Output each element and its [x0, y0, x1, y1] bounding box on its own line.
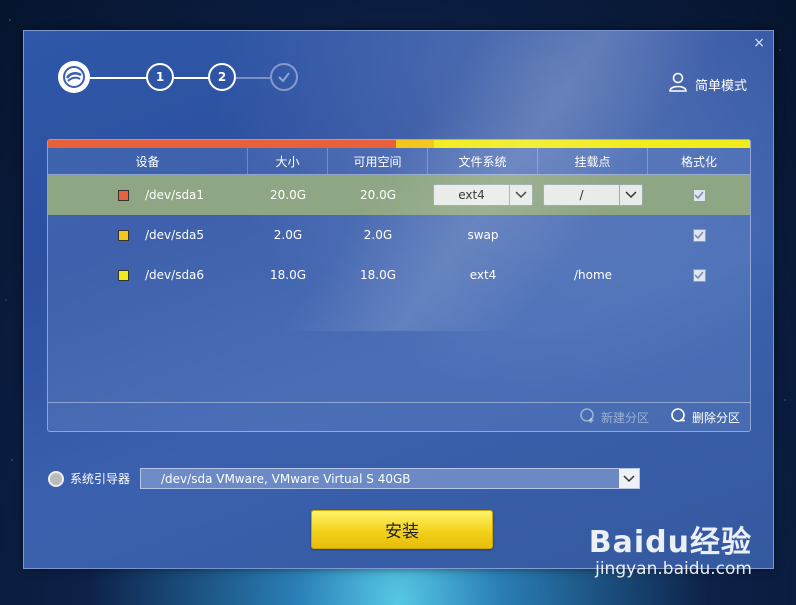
partition-free: 20.0G [359, 188, 397, 202]
step-connector [174, 77, 210, 79]
format-checkbox[interactable] [692, 228, 706, 242]
chevron-down-icon [509, 185, 532, 205]
check-circle-icon [270, 63, 298, 91]
partition-color-swatch [118, 189, 129, 201]
close-button[interactable]: × [753, 35, 765, 51]
filesystem-select[interactable]: ext4 [433, 184, 533, 206]
partition-color-swatch [118, 229, 129, 241]
bootloader-select[interactable]: /dev/sda VMware, VMware Virtual S 40GB [140, 468, 641, 489]
partition-mountpoint: /home [573, 268, 613, 282]
column-header-size: 大小 [248, 148, 328, 174]
column-header-device: 设备 [48, 148, 248, 174]
step-connector [236, 77, 270, 79]
table-row[interactable]: /dev/sda6 18.0G 18.0G ext4 /home [48, 255, 750, 295]
partition-color-swatch [118, 269, 129, 281]
step-2-indicator: 2 [208, 63, 236, 91]
column-header-filesystem: 文件系统 [428, 148, 538, 174]
install-button[interactable]: 安装 [311, 510, 493, 549]
installer-window: × 1 2 简单模式 设备 大小 可用空间 文件系统 挂载点 格式化 /dev/… [23, 30, 774, 569]
usage-segment [434, 140, 750, 148]
step-connector [90, 77, 148, 79]
partition-mountpoint [538, 215, 648, 255]
delete-partition-button[interactable]: 删除分区 [671, 407, 740, 427]
partition-table-panel: 设备 大小 可用空间 文件系统 挂载点 格式化 /dev/sda1 20.0G … [47, 139, 751, 432]
deepin-logo-icon [58, 61, 90, 93]
device-name: /dev/sda5 [145, 228, 205, 242]
new-partition-button[interactable]: 新建分区 [580, 407, 649, 427]
partition-size: 18.0G [269, 268, 307, 282]
device-name: /dev/sda1 [145, 188, 205, 202]
delete-partition-icon [671, 407, 687, 427]
chevron-down-icon [619, 185, 642, 205]
user-icon [669, 72, 687, 96]
mountpoint-select[interactable]: / [543, 184, 643, 206]
column-header-free: 可用空间 [328, 148, 428, 174]
partition-filesystem: ext4 [469, 268, 497, 282]
device-name: /dev/sda6 [145, 268, 205, 282]
partition-free: 18.0G [359, 268, 397, 282]
simple-mode-label: 简单模式 [694, 78, 747, 94]
partition-size: 20.0G [269, 188, 307, 202]
bootloader-label: 系统引导器 [70, 472, 131, 486]
partition-filesystem: swap [467, 228, 499, 242]
step-1-indicator: 1 [146, 63, 174, 91]
partition-size: 2.0G [273, 228, 303, 242]
chevron-down-icon [619, 469, 640, 488]
table-row[interactable]: /dev/sda5 2.0G 2.0G swap [48, 215, 750, 255]
progress-stepper: 1 2 [58, 59, 298, 99]
partition-actions: 新建分区 删除分区 [48, 402, 750, 431]
column-header-format: 格式化 [680, 154, 717, 169]
simple-mode-toggle[interactable]: 简单模式 [669, 72, 747, 96]
table-header: 设备 大小 可用空间 文件系统 挂载点 格式化 [48, 148, 750, 175]
usage-segment [48, 140, 397, 148]
bootloader-radio[interactable] [48, 470, 64, 487]
column-header-mountpoint: 挂载点 [538, 148, 648, 174]
format-checkbox[interactable] [692, 268, 706, 282]
table-row[interactable]: /dev/sda1 20.0G 20.0G ext4 / [48, 175, 750, 215]
add-partition-icon [580, 407, 596, 427]
usage-segment [396, 140, 435, 148]
partition-free: 2.0G [363, 228, 393, 242]
bootloader-row: 系统引导器 /dev/sda VMware, VMware Virtual S … [48, 468, 641, 489]
format-checkbox[interactable] [692, 188, 706, 202]
disk-usage-bar [48, 140, 750, 148]
